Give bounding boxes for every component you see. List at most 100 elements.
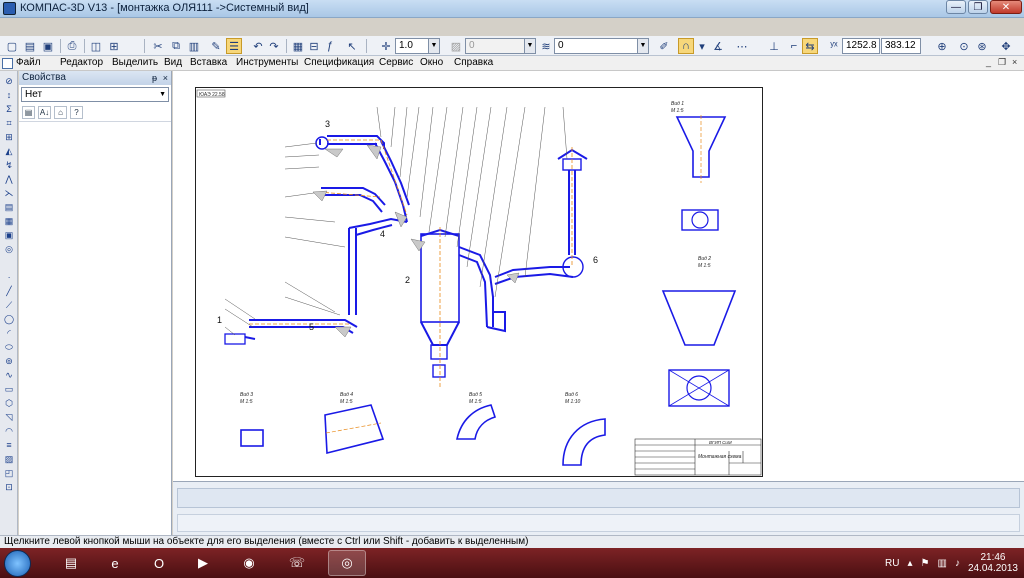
preview-icon[interactable]: ◫ bbox=[88, 38, 104, 54]
open-folder-icon[interactable]: ▤ bbox=[22, 38, 38, 54]
fragment-icon[interactable]: ▣ bbox=[3, 229, 15, 241]
pan-icon[interactable]: ✥ bbox=[998, 38, 1014, 54]
chamfer-icon[interactable]: ◹ bbox=[3, 411, 15, 423]
skype-icon[interactable]: ☏ bbox=[278, 550, 316, 576]
tray-chevron-icon[interactable]: ▴ bbox=[907, 558, 912, 569]
network-icon[interactable]: ▥ bbox=[937, 558, 946, 569]
dimensions-icon[interactable]: ↕ bbox=[3, 89, 15, 101]
paste-icon[interactable]: ▥ bbox=[186, 38, 202, 54]
minimize-button[interactable]: — bbox=[946, 0, 966, 14]
close-button[interactable]: ✕ bbox=[990, 0, 1022, 14]
parametric-icon[interactable]: ⇆ bbox=[802, 38, 818, 54]
menu-editor[interactable]: Редактор bbox=[60, 57, 103, 68]
contour-icon[interactable]: ◰ bbox=[3, 467, 15, 479]
save-icon[interactable]: ▣ bbox=[40, 38, 56, 54]
drawing-sheet[interactable]: ЮАЭ 22.58 1 2 3 4 5 6 Вид 1 М 1:5 Вид 2 … bbox=[195, 87, 763, 477]
copy-icon[interactable]: ⧉ bbox=[168, 38, 184, 54]
ortho-icon[interactable]: ⊥ bbox=[766, 38, 782, 54]
volume-icon[interactable]: ♪ bbox=[955, 558, 960, 569]
ellipse-icon[interactable]: ⬭ bbox=[3, 341, 15, 353]
start-button[interactable] bbox=[4, 550, 31, 577]
equidistant-icon[interactable]: ≡ bbox=[3, 439, 15, 451]
menu-window[interactable]: Окно bbox=[420, 57, 443, 68]
print-icon[interactable]: ⎙ bbox=[64, 38, 80, 54]
menu-insert[interactable]: Вставка bbox=[190, 57, 227, 68]
zoom-icon[interactable]: ⊕ bbox=[934, 38, 950, 54]
menu-tools[interactable]: Инструменты bbox=[236, 57, 298, 68]
coord-x-field[interactable]: 1252.8 bbox=[842, 38, 880, 54]
kompas-taskbar-icon[interactable]: ◎ bbox=[328, 550, 366, 576]
arc-icon[interactable]: ◜ bbox=[3, 327, 15, 339]
menu-file[interactable]: Файл bbox=[16, 57, 41, 68]
new-document-icon[interactable]: ▢ bbox=[4, 38, 20, 54]
designations-icon[interactable]: Σ bbox=[3, 103, 15, 115]
reports-icon[interactable]: ▤ bbox=[3, 201, 15, 213]
firefox-icon[interactable]: ◉ bbox=[230, 550, 268, 576]
filter-select[interactable]: Нет ▼ bbox=[21, 87, 169, 102]
media-player-icon[interactable]: ▶ bbox=[184, 550, 222, 576]
style-field[interactable]: 0 bbox=[554, 38, 638, 54]
grid-icon[interactable]: ⋯ bbox=[734, 38, 750, 54]
sort-category-icon[interactable]: ▤ bbox=[22, 106, 35, 119]
library-manager-icon[interactable]: ▦ bbox=[290, 38, 306, 54]
chevron-down-icon[interactable]: ▼ bbox=[524, 38, 536, 54]
menu-view[interactable]: Вид bbox=[164, 57, 182, 68]
point-icon[interactable]: ∙ bbox=[3, 271, 15, 283]
properties-toggle-icon[interactable]: ☰ bbox=[226, 38, 242, 54]
circle-icon[interactable]: ◯ bbox=[3, 313, 15, 325]
geometry-icon[interactable]: ⊘ bbox=[3, 75, 15, 87]
doc-minimize-button[interactable]: _ bbox=[986, 57, 991, 67]
editing-icon[interactable]: ⌗ bbox=[3, 117, 15, 129]
menu-service[interactable]: Сервис bbox=[379, 57, 413, 68]
help-icon[interactable]: ? bbox=[70, 106, 83, 119]
manager-icon[interactable]: ⊞ bbox=[106, 38, 122, 54]
flag-icon[interactable]: ⚑ bbox=[921, 558, 930, 569]
auxiliary-line-icon[interactable]: ⟋ bbox=[3, 299, 15, 311]
undo-icon[interactable]: ↶ bbox=[250, 38, 266, 54]
properties-brush-icon[interactable]: ✎ bbox=[208, 38, 224, 54]
polyline-icon[interactable]: ⊚ bbox=[3, 355, 15, 367]
parametrization-icon[interactable]: ⊞ bbox=[3, 131, 15, 143]
insert-icon[interactable]: ▦ bbox=[3, 215, 15, 227]
library-icon[interactable]: ◎ bbox=[3, 243, 15, 255]
language-indicator[interactable]: RU bbox=[885, 558, 899, 569]
selection-icon[interactable]: ↯ bbox=[3, 159, 15, 171]
cut-icon[interactable]: ✂ bbox=[150, 38, 166, 54]
measure-icon[interactable]: ◭ bbox=[3, 145, 15, 157]
segment-icon[interactable]: ╱ bbox=[3, 285, 15, 297]
pin-icon[interactable]: ᵽ bbox=[152, 71, 157, 85]
clock[interactable]: 21:46 24.04.2013 bbox=[968, 552, 1018, 574]
snap-magnet-icon[interactable]: ∩ bbox=[678, 38, 694, 54]
restore-button[interactable]: ❐ bbox=[968, 0, 988, 14]
chevron-down-icon[interactable]: ▾ bbox=[694, 38, 710, 54]
zoom-frame-icon[interactable]: ⊙ bbox=[956, 38, 972, 54]
layer-number-field[interactable]: 0 bbox=[465, 38, 525, 54]
local-cs-icon[interactable]: ∡ bbox=[710, 38, 726, 54]
doc-restore-button[interactable]: ❐ bbox=[998, 57, 1006, 68]
chevron-down-icon[interactable]: ▼ bbox=[428, 38, 440, 54]
spline-icon[interactable]: ∿ bbox=[3, 369, 15, 381]
function-icon[interactable]: ƒ bbox=[322, 38, 338, 54]
polygon-icon[interactable]: ⬡ bbox=[3, 397, 15, 409]
collect-contour-icon[interactable]: ⊡ bbox=[3, 481, 15, 493]
line-scale-field[interactable]: 1.0 bbox=[395, 38, 429, 54]
menu-help[interactable]: Справка bbox=[454, 57, 493, 68]
help-pointer-icon[interactable]: ↖ bbox=[344, 38, 360, 54]
command-strip[interactable] bbox=[177, 514, 1020, 532]
spec-icon[interactable]: ⋋ bbox=[3, 187, 15, 199]
properties-strip[interactable] bbox=[177, 488, 1020, 508]
variables-icon[interactable]: ⊟ bbox=[306, 38, 322, 54]
fillet-icon[interactable]: ◠ bbox=[3, 425, 15, 437]
hatch-icon[interactable]: ▨ bbox=[3, 453, 15, 465]
round-icon[interactable]: ⌐ bbox=[786, 38, 802, 54]
explorer-icon[interactable]: ▤ bbox=[52, 550, 90, 576]
internet-explorer-icon[interactable]: e bbox=[96, 550, 134, 576]
color-brush-icon[interactable]: ✐ bbox=[656, 38, 672, 54]
menu-select[interactable]: Выделить bbox=[112, 57, 158, 68]
sort-alpha-icon[interactable]: A↓ bbox=[38, 106, 51, 119]
associative-views-icon[interactable]: ⋀ bbox=[3, 173, 15, 185]
rectangle-icon[interactable]: ▭ bbox=[3, 383, 15, 395]
coord-y-field[interactable]: 383.12 bbox=[881, 38, 921, 54]
zoom-in-icon[interactable]: ⊛ bbox=[974, 38, 990, 54]
menu-specification[interactable]: Спецификация bbox=[304, 57, 374, 68]
